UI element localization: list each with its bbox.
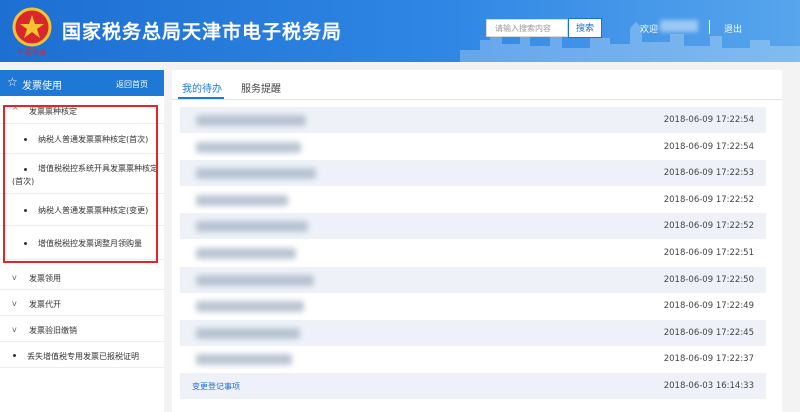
- logout-link[interactable]: 退出: [724, 22, 742, 35]
- todo-title-redacted: [196, 115, 306, 126]
- menu-group-invoice-cancel[interactable]: v 发票验旧缴销: [0, 316, 164, 342]
- bullet-icon: [24, 242, 27, 245]
- todo-row[interactable]: 2018-06-09 17:22:51: [180, 240, 766, 266]
- menu-item-label: 纳税人普通发票票种核定(变更): [38, 206, 149, 215]
- todo-row[interactable]: 2018-06-09 17:22:37: [180, 346, 766, 372]
- national-emblem-icon: 中国税务: [12, 7, 52, 56]
- menu-item-normal-invoice-change[interactable]: 纳税人普通发票票种核定(变更): [0, 194, 164, 226]
- todo-title-redacted: [196, 301, 304, 313]
- username-redacted: [660, 20, 698, 32]
- back-home-link[interactable]: 返回首页: [116, 79, 148, 90]
- header-divider: [709, 20, 710, 34]
- tab-my-todo[interactable]: 我的待办: [182, 80, 222, 95]
- todo-title-redacted: [196, 327, 300, 339]
- todo-timestamp: 2018-06-09 17:22:52: [663, 221, 754, 232]
- top-banner: 中国税务 国家税务总局天津市电子税务局 请输入搜索内容 搜索 欢迎 退出: [0, 0, 800, 62]
- bullet-icon: [24, 209, 27, 212]
- menu-item-label: 丢失增值税专用发票已报税证明: [27, 352, 139, 361]
- search-input[interactable]: 请输入搜索内容: [486, 19, 568, 37]
- menu-item-vat-system-first[interactable]: 增值税税控系统开具发票票种核定(首次): [0, 154, 164, 194]
- todo-title-redacted: [196, 194, 288, 206]
- menu-item-normal-invoice-first[interactable]: 纳税人普通发票票种核定(首次): [0, 124, 164, 154]
- bullet-icon: [13, 354, 16, 357]
- todo-row[interactable]: 2018-06-09 17:22:54: [180, 107, 766, 133]
- todo-title-redacted: [196, 168, 316, 180]
- todo-timestamp: 2018-06-09 17:22:54: [663, 115, 754, 125]
- todo-row[interactable]: 2018-06-09 17:22:52: [180, 213, 766, 240]
- todo-timestamp: 2018-06-09 17:22:50: [663, 274, 754, 285]
- todo-row[interactable]: 2018-06-09 17:22:49: [180, 293, 766, 319]
- main-panel: 我的待办 服务提醒 2018-06-09 17:22:54 2018-06-09 …: [172, 70, 782, 412]
- menu-group-invoice-proxy[interactable]: v 发票代开: [0, 290, 164, 316]
- todo-timestamp: 2018-06-09 17:22:51: [663, 248, 754, 258]
- menu-group-label: 发票代开: [29, 300, 61, 309]
- menu-item-label: 增值税税控系统开具发票票种核定(首次): [12, 164, 158, 186]
- todo-title-redacted: [196, 248, 296, 259]
- todo-timestamp: 2018-06-03 16:14:33: [663, 381, 754, 391]
- menu-item-vat-monthly-quota[interactable]: 增值税税控发票调整月领购量: [0, 226, 164, 260]
- chevron-down-icon: v: [12, 325, 17, 334]
- todo-row[interactable]: 2018-06-09 17:22:45: [180, 319, 766, 346]
- menu-group-label: 发票验旧缴销: [29, 326, 77, 335]
- todo-timestamp: 2018-06-09 17:22:45: [663, 327, 754, 338]
- todo-timestamp: 2018-06-09 17:22:53: [663, 168, 754, 179]
- sidebar-title: 发票使用: [22, 81, 62, 92]
- active-tab-indicator: [178, 97, 224, 99]
- menu-group-ticket-type[interactable]: ^ 发票票种核定: [0, 96, 164, 124]
- tab-service-reminder[interactable]: 服务提醒: [241, 80, 281, 95]
- todo-title-redacted: [196, 221, 308, 233]
- todo-timestamp: 2018-06-09 17:22:49: [663, 301, 754, 312]
- chevron-down-icon: v: [12, 273, 17, 282]
- todo-row[interactable]: 2018-06-09 17:22:53: [180, 160, 766, 187]
- svg-text:中国税务: 中国税务: [18, 47, 46, 56]
- menu-item-label: 增值税税控发票调整月领购量: [38, 239, 142, 248]
- todo-timestamp: 2018-06-09 17:22:54: [663, 141, 754, 152]
- todo-row[interactable]: 2018-06-09 17:22:54: [180, 134, 766, 160]
- chevron-up-icon: ^: [12, 106, 19, 115]
- todo-title-redacted: [196, 354, 292, 366]
- tab-bar: 我的待办 服务提醒: [172, 70, 782, 100]
- search-button[interactable]: 搜索: [568, 18, 602, 38]
- menu-item-label: 纳税人普通发票票种核定(首次): [38, 135, 149, 144]
- todo-title-redacted: [196, 274, 314, 286]
- menu-group-label: 发票票种核定: [29, 107, 77, 116]
- todo-timestamp: 2018-06-09 17:22:37: [663, 354, 754, 365]
- todo-row[interactable]: 变更登记事项 2018-06-03 16:14:33: [180, 373, 766, 399]
- menu-group-invoice-receive[interactable]: v 发票领用: [0, 264, 164, 290]
- todo-timestamp: 2018-06-09 17:22:52: [663, 194, 754, 205]
- todo-row[interactable]: 2018-06-09 17:22:52: [180, 187, 766, 213]
- star-icon: ☆: [7, 75, 18, 89]
- site-title: 国家税务总局天津市电子税务局: [62, 21, 343, 43]
- sidebar-header: ☆ 发票使用 返回首页: [0, 70, 164, 96]
- todo-row[interactable]: 2018-06-09 17:22:50: [180, 266, 766, 293]
- chevron-down-icon: v: [12, 299, 17, 308]
- menu-group-label: 发票领用: [29, 274, 61, 283]
- menu-item-lost-vat-proof[interactable]: 丢失增值税专用发票已报税证明: [0, 342, 164, 368]
- bullet-icon: [24, 138, 27, 141]
- todo-title[interactable]: 变更登记事项: [192, 381, 240, 392]
- sidebar: ☆ 发票使用 返回首页 ^ 发票票种核定 纳税人普通发票票种核定(首次) 增值税…: [0, 70, 164, 412]
- welcome-text: 欢迎: [640, 25, 659, 35]
- todo-title-redacted: [196, 141, 301, 153]
